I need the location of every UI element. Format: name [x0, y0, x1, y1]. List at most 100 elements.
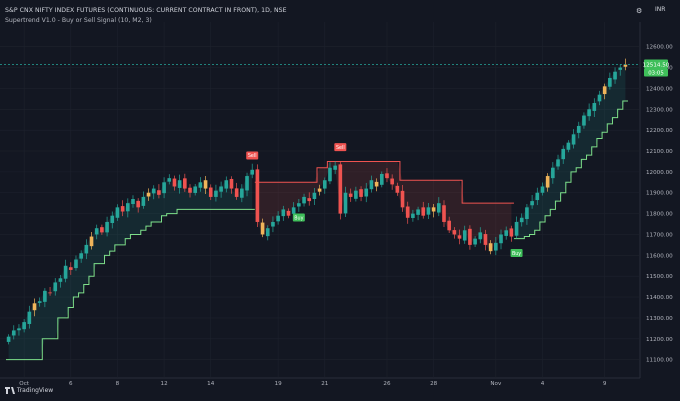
candle-body [68, 267, 73, 270]
candle-body [100, 227, 104, 233]
candle-body [395, 185, 400, 193]
candle-body [115, 207, 120, 218]
candle-body [240, 188, 244, 198]
candle-body [146, 192, 151, 197]
candle-body [582, 115, 586, 126]
candle-body [250, 169, 255, 175]
candle-body [431, 207, 436, 212]
candle-body [602, 86, 607, 95]
candle-body [328, 167, 332, 182]
candle-body [37, 301, 42, 303]
candle-body [623, 64, 628, 67]
sell-label: Sell [336, 145, 345, 151]
candle-body [457, 235, 462, 239]
candle-body [571, 134, 576, 145]
price-chart[interactable]: SellBuySellBuy 12600.0012500.0012400.001… [0, 0, 680, 401]
candle-body [224, 180, 229, 189]
price-tick-label: 11500.00 [646, 274, 673, 280]
candle-body [58, 278, 63, 282]
candle-body [504, 230, 509, 236]
candle-body [561, 148, 566, 160]
candle-body [436, 203, 441, 213]
candle-body [369, 180, 374, 190]
gear-icon[interactable]: ⚙ [636, 7, 642, 15]
currency-label: INR [655, 6, 666, 13]
candle-body [32, 303, 37, 311]
candle-body [167, 178, 172, 182]
price-tick-label: 11900.00 [646, 191, 673, 197]
current-price-badge: 12514.50 03:05 [643, 59, 670, 77]
candle-body [359, 189, 363, 197]
candle-body [354, 190, 358, 199]
candle-body [188, 187, 192, 193]
candle-body [618, 67, 623, 70]
candle-body [281, 209, 286, 217]
candle-body [131, 199, 135, 205]
candle-body [509, 228, 514, 237]
candle-body [136, 200, 140, 208]
candle-body [307, 198, 312, 202]
candle-body [22, 322, 26, 330]
indicator-title: Supertrend V1.0 - Buy or Sell Signal (10… [5, 17, 152, 24]
symbol-title: S&P CNX NIFTY INDEX FUTURES (CONTINUOUS:… [5, 7, 287, 14]
candle-body [540, 186, 545, 193]
candle-body [442, 205, 446, 222]
candle-body [416, 209, 420, 215]
countdown-value: 03:05 [648, 71, 664, 77]
candle-body [291, 207, 296, 214]
candle-body [597, 94, 602, 102]
candle-body [478, 232, 483, 240]
candle-body [499, 234, 503, 244]
time-tick-label: 21 [321, 381, 329, 387]
candle-body [245, 176, 249, 191]
candle-body [514, 221, 519, 236]
candle-body [426, 207, 431, 215]
candle-body [556, 159, 560, 167]
candle-body [157, 190, 161, 195]
candle-body [48, 292, 52, 294]
candle-body [79, 253, 83, 259]
price-tick-label: 11200.00 [646, 337, 673, 343]
candle-body [494, 242, 498, 251]
candle-body [6, 336, 11, 342]
price-tick-label: 11300.00 [646, 316, 673, 322]
candle-body [312, 192, 317, 199]
candle-body [400, 190, 405, 208]
candle-body [271, 221, 275, 227]
brand-watermark: TradingView [5, 387, 53, 394]
candle-body [468, 228, 472, 245]
candle-body [613, 71, 617, 80]
candle-body [255, 169, 260, 222]
candle-body [374, 181, 379, 187]
candle-body [405, 206, 410, 218]
candle-body [452, 230, 457, 235]
candle-body [110, 215, 115, 223]
candle-body [447, 220, 451, 231]
candle-body [473, 238, 477, 245]
candle-body [535, 192, 540, 201]
candle-body [214, 190, 218, 197]
candle-body [198, 182, 203, 188]
time-tick-label: Nov [490, 381, 502, 387]
candle-body [151, 188, 156, 194]
candle-body [74, 259, 78, 269]
candle-body [608, 77, 612, 87]
candle-body [17, 328, 21, 331]
candle-body [348, 193, 353, 197]
candle-body [63, 265, 68, 279]
candle-body [219, 186, 223, 192]
candle-body [411, 213, 415, 218]
candle-body [385, 173, 389, 179]
candle-body [105, 221, 109, 233]
candle-body [120, 206, 125, 212]
candle-body [265, 228, 270, 237]
candle-body [587, 109, 591, 117]
chart-frame: SellBuySellBuy 12600.0012500.0012400.001… [0, 0, 680, 401]
buy-label: Buy [294, 215, 303, 221]
candle-body [462, 230, 467, 241]
candle-body [125, 203, 130, 212]
brand-name: TradingView [16, 387, 54, 394]
time-tick-label: 8 [116, 381, 120, 387]
candle-body [519, 217, 524, 223]
price-tick-label: 12100.00 [646, 149, 673, 155]
